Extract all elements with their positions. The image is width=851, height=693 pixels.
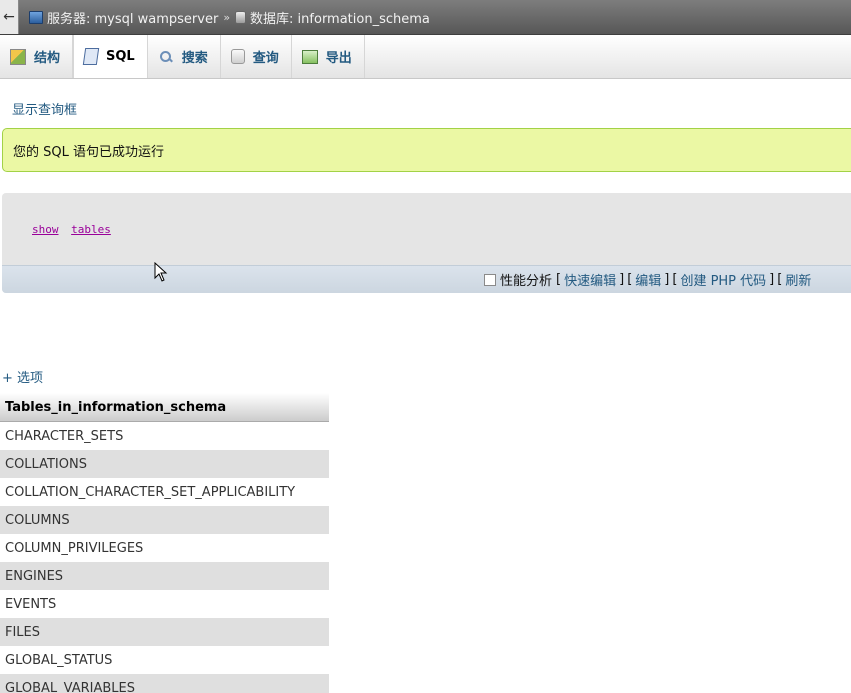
table-cell: FILES — [0, 618, 329, 646]
table-cell: COLUMNS — [0, 506, 329, 534]
database-icon — [235, 10, 247, 24]
sql-keyword-tables[interactable]: tables — [71, 223, 111, 236]
tab-structure-label: 结构 — [34, 51, 61, 66]
show-query-box-link[interactable]: 显示查询框 — [12, 99, 77, 118]
server-icon — [29, 10, 43, 24]
success-message: 您的 SQL 语句已成功运行 — [2, 128, 851, 172]
table-row[interactable]: COLUMN_PRIVILEGES — [0, 534, 329, 562]
table-row[interactable]: ENGINES — [0, 562, 329, 590]
success-message-text: 您的 SQL 语句已成功运行 — [13, 144, 164, 160]
tab-sql-label: SQL — [106, 49, 135, 64]
bracket-close: ] — [664, 272, 670, 287]
back-arrow-icon[interactable]: ← — [0, 0, 19, 34]
tab-sql[interactable]: SQL — [73, 35, 148, 78]
table-row[interactable]: GLOBAL_VARIABLES — [0, 674, 329, 693]
bracket-open: [ — [672, 272, 678, 287]
mouse-cursor-icon — [154, 262, 168, 282]
breadcrumb: ← 服务器: mysql wampserver » 数据库: informati… — [0, 0, 851, 35]
table-cell: EVENTS — [0, 590, 329, 618]
bracket-open: [ — [556, 272, 562, 287]
table-cell: ENGINES — [0, 562, 329, 590]
table-row[interactable]: CHARACTER_SETS — [0, 421, 329, 450]
tab-search-label: 搜索 — [181, 51, 208, 66]
options-link[interactable]: + 选项 — [2, 367, 43, 386]
table-row[interactable]: FILES — [0, 618, 329, 646]
sql-query-panel: show tables 性能分析 [ 快速编辑 ] [ 编辑 ] [ 创建 PH… — [2, 193, 851, 293]
table-row[interactable]: COLLATION_CHARACTER_SET_APPLICABILITY — [0, 478, 329, 506]
tab-bar: 结构 SQL 搜索 查询 导出 — [0, 35, 851, 79]
tab-search[interactable]: 搜索 — [148, 35, 221, 78]
column-header[interactable]: Tables_in_information_schema — [0, 393, 329, 422]
breadcrumb-database[interactable]: 数据库: information_schema — [235, 8, 430, 27]
structure-icon — [10, 48, 26, 65]
bracket-close: ] — [769, 272, 775, 287]
profiling-label: 性能分析 — [500, 274, 553, 289]
search-icon — [158, 49, 174, 65]
quick-edit-link[interactable]: 快速编辑 — [564, 270, 616, 289]
export-icon — [301, 49, 318, 64]
bracket-open: [ — [627, 272, 633, 287]
table-cell: GLOBAL_VARIABLES — [0, 674, 329, 693]
sql-code: show tables — [32, 223, 111, 236]
tab-export[interactable]: 导出 — [292, 35, 365, 78]
refresh-link[interactable]: 刷新 — [785, 270, 811, 289]
tab-query[interactable]: 查询 — [221, 35, 292, 78]
table-row[interactable]: COLUMNS — [0, 506, 329, 534]
sql-toolbar: 性能分析 [ 快速编辑 ] [ 编辑 ] [ 创建 PHP 代码 ] [ 刷新 — [2, 265, 851, 293]
edit-link[interactable]: 编辑 — [635, 270, 661, 289]
create-php-code-link[interactable]: 创建 PHP 代码 — [680, 270, 766, 289]
breadcrumb-db-label[interactable]: 数据库: information_schema — [250, 8, 430, 27]
tab-export-label: 导出 — [325, 51, 352, 66]
table-cell: COLLATIONS — [0, 450, 329, 478]
table-cell: CHARACTER_SETS — [0, 421, 329, 450]
breadcrumb-server[interactable]: 服务器: mysql wampserver — [29, 8, 218, 27]
table-cell: GLOBAL_STATUS — [0, 646, 329, 674]
table-row[interactable]: EVENTS — [0, 590, 329, 618]
results-table: Tables_in_information_schema CHARACTER_S… — [0, 393, 329, 693]
sql-icon — [82, 48, 100, 65]
table-row[interactable]: COLLATIONS — [0, 450, 329, 478]
bracket-close: ] — [619, 272, 625, 287]
bracket-open: [ — [777, 272, 783, 287]
tab-query-label: 查询 — [252, 51, 279, 66]
profiling-checkbox[interactable] — [484, 273, 496, 286]
breadcrumb-server-label[interactable]: 服务器: mysql wampserver — [47, 8, 218, 27]
table-cell: COLUMN_PRIVILEGES — [0, 534, 329, 562]
breadcrumb-separator: » — [223, 10, 231, 24]
sql-keyword-show[interactable]: show — [32, 223, 59, 236]
table-cell: COLLATION_CHARACTER_SET_APPLICABILITY — [0, 478, 329, 506]
table-row[interactable]: GLOBAL_STATUS — [0, 646, 329, 674]
tab-structure[interactable]: 结构 — [0, 35, 74, 78]
query-icon — [230, 49, 245, 64]
